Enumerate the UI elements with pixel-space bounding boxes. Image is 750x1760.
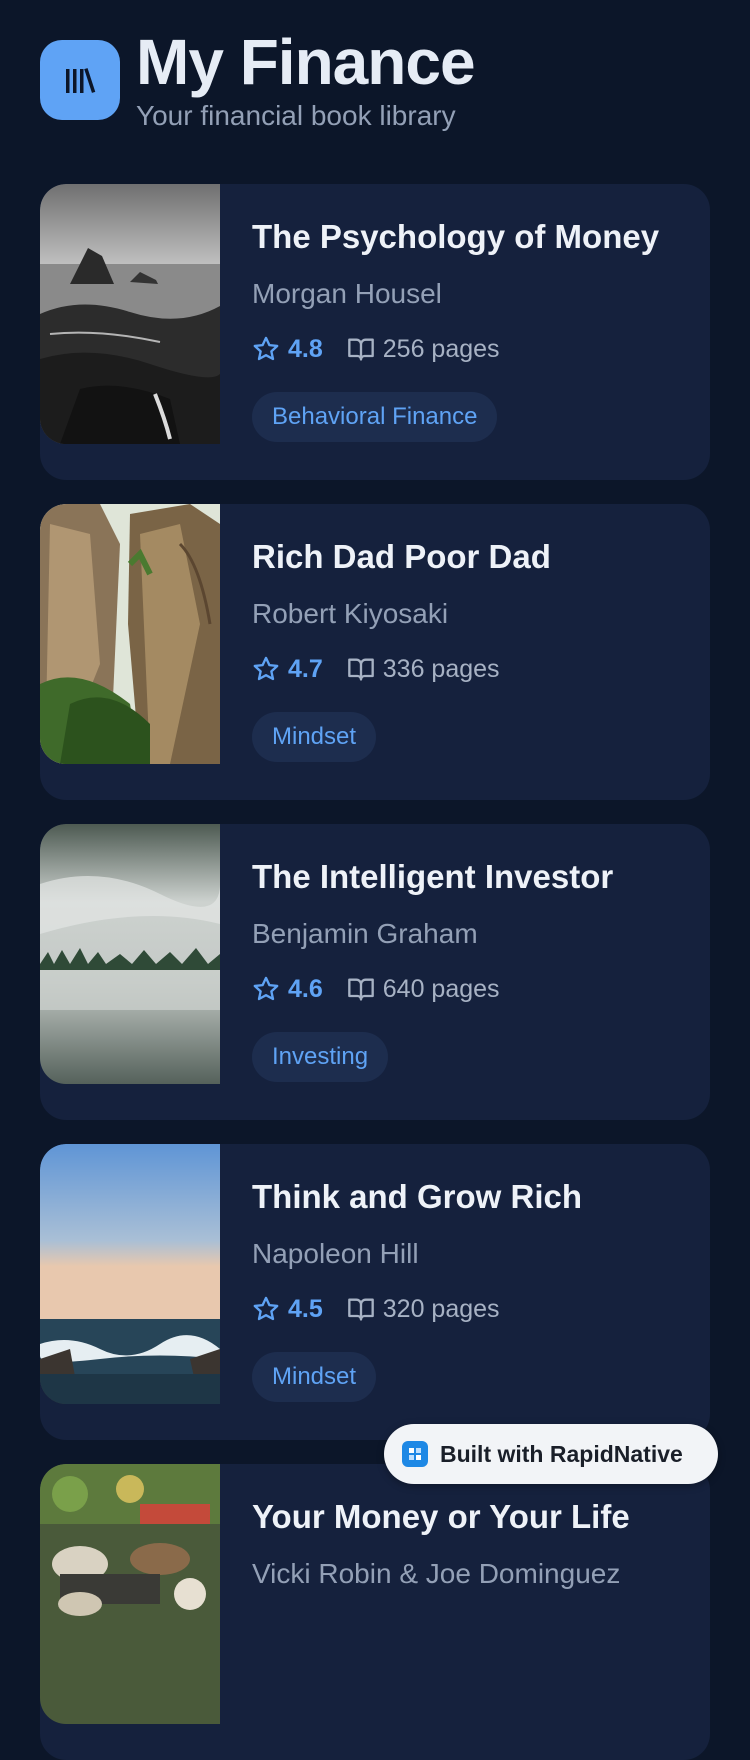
app-header: My Finance Your financial book library xyxy=(40,26,476,132)
book-cover-image xyxy=(40,504,220,764)
star-icon xyxy=(252,655,280,683)
book-pages: 256 pages xyxy=(382,334,500,363)
book-author: Benjamin Graham xyxy=(252,918,478,949)
book-card[interactable]: The Intelligent Investor Benjamin Graham… xyxy=(40,824,710,1120)
book-open-icon xyxy=(347,655,375,683)
book-author: Napoleon Hill xyxy=(252,1238,419,1269)
book-card[interactable]: Your Money or Your Life Vicki Robin & Jo… xyxy=(40,1464,710,1760)
category-tag: Mindset xyxy=(252,1352,377,1402)
star-icon xyxy=(252,335,280,363)
book-card[interactable]: Think and Grow Rich Napoleon Hill 4.5 32… xyxy=(40,1144,710,1440)
book-cover-image xyxy=(40,1144,220,1404)
category-tag: Investing xyxy=(252,1032,389,1082)
page-title: My Finance xyxy=(136,26,476,98)
book-author: Robert Kiyosaki xyxy=(252,598,449,629)
book-cover-image xyxy=(40,184,220,444)
book-author: Morgan Housel xyxy=(252,278,442,309)
book-cover-image xyxy=(40,1464,220,1724)
book-card[interactable]: Rich Dad Poor Dad Robert Kiyosaki 4.7 33… xyxy=(40,504,710,800)
book-rating: 4.5 xyxy=(288,1294,323,1323)
book-cover-image xyxy=(40,824,220,1084)
book-title: Rich Dad Poor Dad xyxy=(252,538,551,575)
badge-label: Built with RapidNative xyxy=(440,1440,683,1467)
book-rating: 4.8 xyxy=(288,334,323,363)
book-card[interactable]: The Psychology of Money Morgan Housel 4.… xyxy=(40,184,710,480)
book-pages: 336 pages xyxy=(382,654,500,683)
category-tag: Mindset xyxy=(252,712,377,762)
book-pages: 640 pages xyxy=(382,974,500,1003)
page-subtitle: Your financial book library xyxy=(136,100,456,131)
built-with-badge[interactable]: Built with RapidNative xyxy=(384,1424,718,1484)
star-icon xyxy=(252,1295,280,1323)
book-open-icon xyxy=(347,1295,375,1323)
rapidnative-logo-icon xyxy=(402,1441,428,1467)
category-tag: Behavioral Finance xyxy=(252,392,498,442)
book-title: The Intelligent Investor xyxy=(252,858,614,895)
book-pages: 320 pages xyxy=(382,1294,500,1323)
book-title: Your Money or Your Life xyxy=(252,1498,630,1535)
book-title: The Psychology of Money xyxy=(252,218,660,255)
star-icon xyxy=(252,975,280,1003)
book-author: Vicki Robin & Joe Dominguez xyxy=(252,1558,621,1589)
book-open-icon xyxy=(347,335,375,363)
book-rating: 4.7 xyxy=(288,654,323,683)
library-icon xyxy=(40,40,120,120)
book-open-icon xyxy=(347,975,375,1003)
book-title: Think and Grow Rich xyxy=(252,1178,583,1215)
book-rating: 4.6 xyxy=(288,974,323,1003)
